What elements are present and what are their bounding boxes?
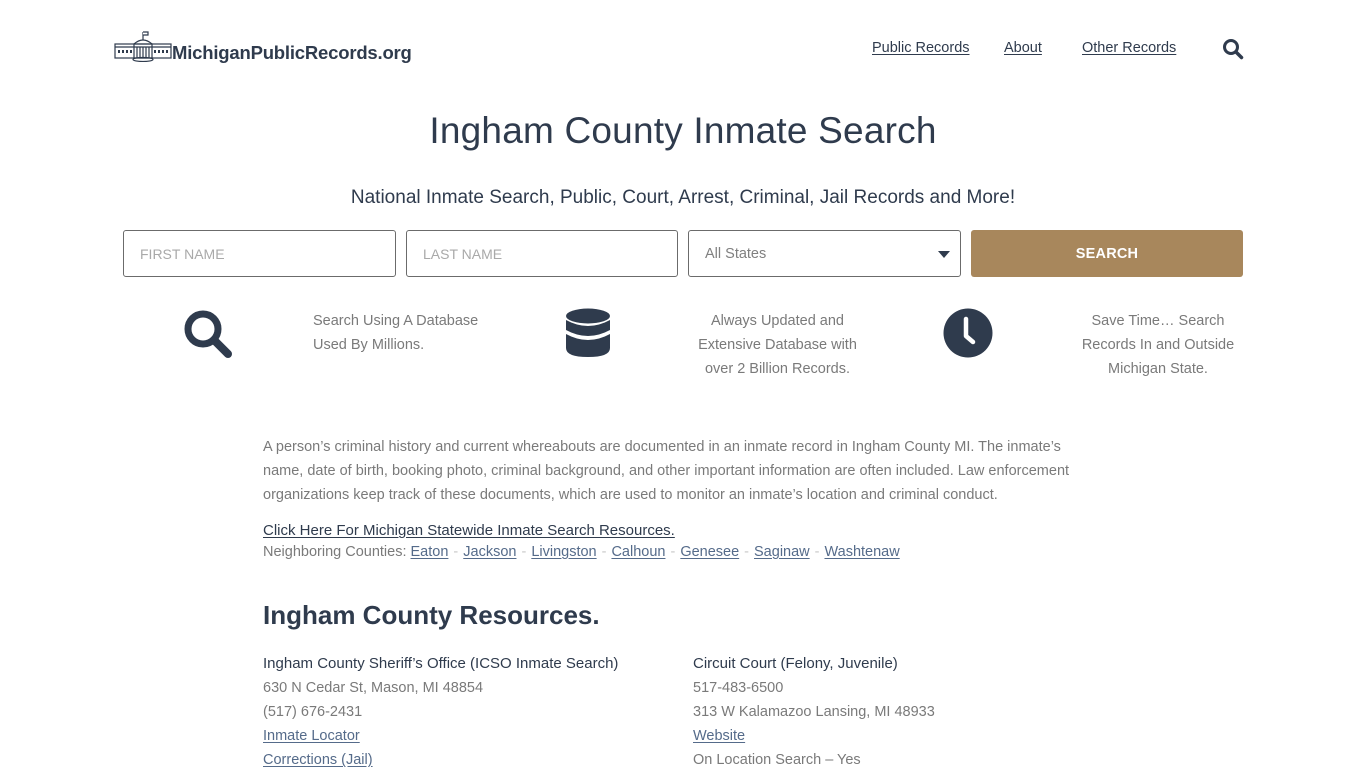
neighbors-label: Neighboring Counties: bbox=[263, 544, 407, 560]
capitol-building-icon bbox=[114, 31, 172, 62]
last-name-wrapper bbox=[406, 230, 678, 277]
county-link-calhoun[interactable]: Calhoun bbox=[611, 544, 665, 560]
state-select[interactable]: All States bbox=[688, 230, 961, 277]
header-search-button[interactable] bbox=[1222, 38, 1244, 60]
resource-sheriff: Ingham County Sheriff’s Office (ICSO Inm… bbox=[263, 652, 663, 768]
search-icon bbox=[1223, 39, 1244, 60]
main-content: A person’s criminal history and current … bbox=[263, 435, 1103, 564]
on-location-search: On Location Search – Yes bbox=[693, 752, 861, 768]
first-name-input[interactable] bbox=[124, 231, 395, 276]
resource-address: 313 W Kalamazoo Lansing, MI 48933 bbox=[693, 704, 935, 720]
county-link-washtenaw[interactable]: Washtenaw bbox=[824, 544, 899, 560]
court-website-link[interactable]: Website bbox=[693, 724, 1093, 748]
database-icon bbox=[566, 308, 610, 357]
nav-other-records[interactable]: Other Records bbox=[1082, 40, 1176, 56]
neighboring-counties: Neighboring Counties: Eaton - Jackson - Livi… bbox=[263, 544, 900, 560]
last-name-input[interactable] bbox=[407, 231, 677, 276]
feature-text-2: Always Updated and Extensive Database wi… bbox=[698, 313, 857, 377]
site-logo[interactable]: MichiganPublicRecords.org bbox=[114, 30, 412, 63]
search-button[interactable]: SEARCH bbox=[971, 230, 1243, 277]
inmate-locator-link[interactable]: Inmate Locator bbox=[263, 724, 663, 748]
resource-address: 630 N Cedar St, Mason, MI 48854 bbox=[263, 680, 484, 696]
resource-circuit-court: Circuit Court (Felony, Juvenile) 517-483… bbox=[693, 652, 1093, 768]
feature-text-3: Save Time… Search Records In and Outside… bbox=[1081, 313, 1235, 377]
page-subtitle: National Inmate Search, Public, Court, A… bbox=[350, 187, 1016, 208]
corrections-jail-link[interactable]: Corrections (Jail) bbox=[263, 748, 663, 768]
county-link-saginaw[interactable]: Saginaw bbox=[754, 544, 810, 560]
caret-down-icon bbox=[938, 251, 950, 258]
nav-about[interactable]: About bbox=[1004, 40, 1042, 56]
statewide-resources-link[interactable]: Click Here For Michigan Statewide Inmate… bbox=[263, 522, 675, 539]
resource-name: Ingham County Sheriff’s Office (ICSO Inm… bbox=[263, 655, 619, 672]
inmate-search-form: All States SEARCH bbox=[123, 230, 1243, 277]
site-header: MichiganPublicRecords.org Public Records… bbox=[0, 0, 1366, 100]
clock-icon bbox=[943, 308, 993, 358]
site-name: MichiganPublicRecords.org bbox=[172, 42, 412, 63]
resource-phone: 517-483-6500 bbox=[693, 680, 784, 696]
county-link-genesee[interactable]: Genesee bbox=[680, 544, 739, 560]
first-name-wrapper bbox=[123, 230, 396, 277]
county-link-eaton[interactable]: Eaton bbox=[411, 544, 449, 560]
page-title: Ingham County Inmate Search bbox=[429, 110, 937, 151]
state-select-value: All States bbox=[705, 245, 767, 262]
search-icon bbox=[184, 310, 232, 358]
intro-paragraph: A person’s criminal history and current … bbox=[263, 439, 1070, 503]
resource-name: Circuit Court (Felony, Juvenile) bbox=[693, 655, 898, 672]
county-link-livingston[interactable]: Livingston bbox=[531, 544, 596, 560]
resource-phone: (517) 676-2431 bbox=[263, 704, 363, 720]
feature-text-1: Search Using A Database Used By Millions… bbox=[313, 313, 479, 353]
county-link-jackson[interactable]: Jackson bbox=[463, 544, 516, 560]
nav-public-records[interactable]: Public Records bbox=[872, 40, 970, 56]
resources-heading: Ingham County Resources. bbox=[263, 600, 600, 630]
